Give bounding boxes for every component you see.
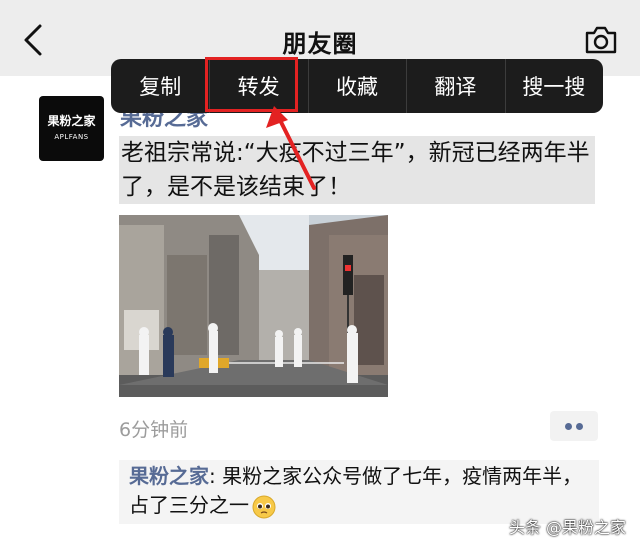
post-image[interactable] <box>119 215 388 397</box>
pleading-face-emoji-icon <box>252 495 276 518</box>
menu-item-favorite[interactable]: 收藏 <box>307 59 406 113</box>
comment-author[interactable]: 果粉之家 <box>129 464 209 488</box>
dot-icon <box>565 423 572 430</box>
menu-item-translate[interactable]: 翻译 <box>406 59 504 113</box>
camera-icon[interactable] <box>584 24 618 56</box>
context-menu: 复制 转发 收藏 翻译 搜一搜 <box>111 59 603 113</box>
street-photo-icon <box>119 215 388 397</box>
page-title: 朋友圈 <box>282 30 358 58</box>
comment-separator: : <box>209 464 223 488</box>
menu-item-search[interactable]: 搜一搜 <box>504 59 603 113</box>
avatar-name: 果粉之家 <box>47 114 96 128</box>
watermark: 头条 @果粉之家 <box>508 518 626 537</box>
avatar[interactable]: 果粉之家 APLFANS <box>39 96 104 161</box>
more-dots-icon[interactable] <box>550 411 598 441</box>
post-time: 6分钟前 <box>119 419 189 441</box>
menu-item-copy[interactable]: 复制 <box>111 59 209 113</box>
dot-icon <box>576 423 583 430</box>
avatar-subtitle: APLFANS <box>54 133 89 141</box>
red-arrow-icon <box>266 106 316 190</box>
post-text[interactable]: 老祖宗常说:“大疫不过三年”，新冠已经两年半了，是不是该结束了！ <box>119 136 595 204</box>
